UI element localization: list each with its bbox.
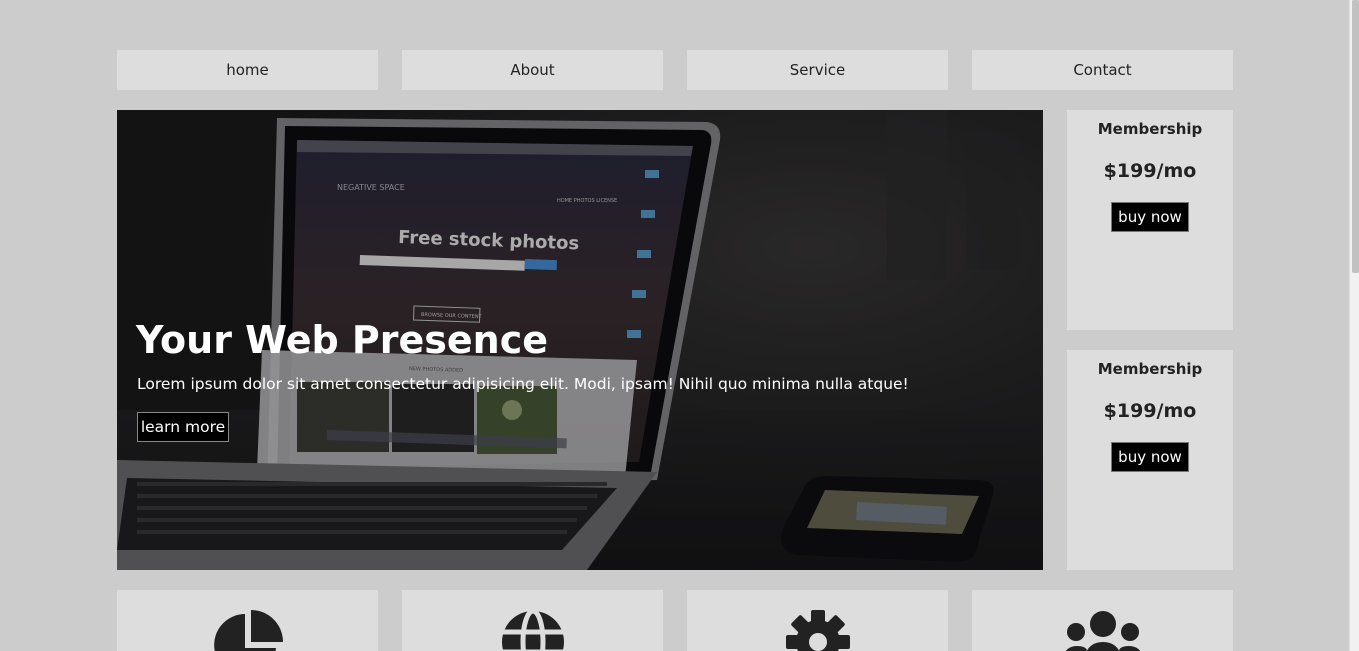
nav-about[interactable]: About: [402, 50, 663, 90]
globe-icon: [501, 610, 564, 651]
buy-now-button[interactable]: buy now: [1111, 202, 1189, 232]
nav-contact[interactable]: Contact: [972, 50, 1233, 90]
feature-box-chart: [117, 590, 378, 651]
page-scrollbar[interactable]: [1349, 0, 1359, 651]
feature-box-globe: [402, 590, 663, 651]
hero-text: Lorem ipsum dolor sit amet consectetur a…: [137, 375, 909, 393]
gear-icon: [785, 610, 850, 651]
nav-home[interactable]: home: [117, 50, 378, 90]
membership-card: Membership $199/mo buy now: [1067, 110, 1233, 330]
feature-box-settings: [687, 590, 948, 651]
card-title: Membership: [1097, 120, 1203, 138]
main-nav: home About Service Contact: [117, 50, 1233, 90]
card-price: $199/mo: [1103, 160, 1197, 182]
hero-title: Your Web Presence: [136, 318, 549, 362]
membership-card: Membership $199/mo buy now: [1067, 350, 1233, 570]
nav-service[interactable]: Service: [687, 50, 948, 90]
users-icon: [1065, 611, 1140, 651]
learn-more-button[interactable]: learn more: [137, 412, 229, 442]
card-title: Membership: [1097, 360, 1203, 378]
page: home About Service Contact NEGATIVE SPAC…: [0, 0, 1359, 651]
card-price: $199/mo: [1103, 400, 1197, 422]
pie-chart-icon: [213, 610, 283, 651]
scrollbar-thumb[interactable]: [1352, 0, 1359, 273]
buy-now-button[interactable]: buy now: [1111, 442, 1189, 472]
hero-banner: NEGATIVE SPACE HOME PHOTOS LICENSE Free …: [117, 110, 1043, 570]
feature-box-team: [972, 590, 1233, 651]
